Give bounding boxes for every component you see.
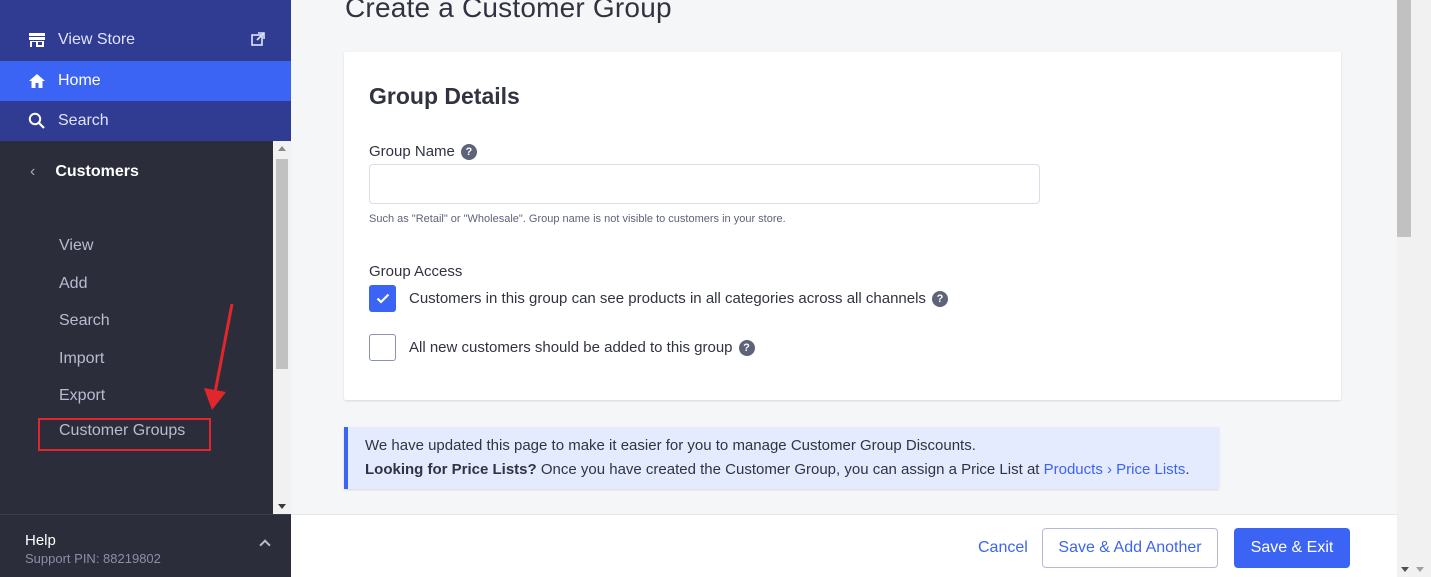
all-categories-checkbox[interactable] [369, 285, 396, 312]
sidebar-scroll-thumb[interactable] [276, 159, 288, 369]
new-customers-label: All new customers should be added to thi… [409, 339, 733, 356]
group-name-label-text: Group Name [369, 143, 455, 160]
sidebar-item-search[interactable]: Search [0, 101, 291, 141]
help-icon[interactable]: ? [460, 143, 477, 160]
sidebar-item-add[interactable]: Add [59, 275, 87, 293]
sidebar-item-import[interactable]: Import [59, 350, 104, 368]
help-icon[interactable]: ? [738, 339, 755, 356]
page-scroll-thumb[interactable] [1397, 0, 1411, 237]
card-title: Group Details [369, 83, 520, 109]
new-customers-checkbox[interactable] [369, 334, 396, 361]
notice-line1: We have updated this page to make it eas… [365, 437, 976, 454]
info-notice: We have updated this page to make it eas… [344, 427, 1219, 489]
search-icon [28, 112, 48, 130]
help-icon[interactable]: ? [931, 290, 948, 307]
scroll-down-icon[interactable] [278, 504, 286, 509]
notice-end: . [1185, 461, 1190, 478]
home-icon [28, 73, 48, 89]
sidebar-item-export[interactable]: Export [59, 387, 105, 405]
all-categories-row: Customers in this group can see products… [369, 285, 948, 312]
sidebar-scrollbar[interactable] [273, 141, 291, 514]
sidebar-item-search-customers[interactable]: Search [59, 312, 110, 330]
external-link-icon [251, 32, 265, 46]
save-exit-button[interactable]: Save & Exit [1234, 528, 1350, 568]
notice-text: Once you have created the Customer Group… [536, 461, 1044, 478]
sidebar: View Store Home Search ‹ Customers View … [0, 0, 291, 577]
action-footer: Cancel Save & Add Another Save & Exit [291, 514, 1397, 577]
price-lists-link[interactable]: Products › Price Lists [1044, 461, 1186, 478]
customers-back-button[interactable]: ‹ Customers [30, 163, 139, 181]
all-categories-label: Customers in this group can see products… [409, 290, 926, 307]
group-name-input[interactable] [369, 164, 1040, 204]
sidebar-item-customer-groups[interactable]: Customer Groups [38, 418, 211, 451]
chevron-up-icon [259, 539, 271, 551]
group-access-label: Group Access [369, 263, 463, 280]
sidebar-top: View Store Home Search [0, 0, 291, 141]
home-label: Home [58, 72, 101, 89]
checkmark-icon [376, 293, 389, 304]
help-panel-toggle[interactable]: Help Support PIN: 88219802 [0, 514, 291, 577]
save-add-another-button[interactable]: Save & Add Another [1042, 528, 1218, 568]
group-details-card: Group Details Group Name ? Such as "Reta… [344, 52, 1341, 400]
group-name-label: Group Name ? [369, 143, 477, 160]
new-customers-row: All new customers should be added to thi… [369, 334, 755, 361]
sidebar-item-home[interactable]: Home [0, 61, 291, 101]
support-pin: Support PIN: 88219802 [25, 551, 161, 566]
help-title: Help [25, 532, 56, 549]
page-title: Create a Customer Group [345, 0, 672, 23]
scroll-down-icon[interactable] [1416, 567, 1424, 572]
scroll-up-icon[interactable] [278, 146, 286, 151]
sidebar-item-view[interactable]: View [59, 237, 93, 255]
section-title: Customers [55, 163, 139, 180]
customers-submenu: ‹ Customers View Add Search Import Expor… [0, 141, 291, 514]
group-name-hint: Such as "Retail" or "Wholesale". Group n… [369, 213, 786, 225]
view-store-label: View Store [58, 31, 136, 48]
notice-bold: Looking for Price Lists? [365, 461, 537, 478]
search-label: Search [58, 112, 109, 129]
cancel-button[interactable]: Cancel [978, 539, 1028, 557]
scroll-down-icon[interactable] [1401, 567, 1409, 572]
notice-line2: Looking for Price Lists? Once you have c… [365, 461, 1190, 478]
storefront-icon [28, 32, 48, 48]
main-content: Create a Customer Group Group Details Gr… [291, 0, 1397, 577]
annotation-arrow [204, 303, 234, 410]
view-store-link[interactable]: View Store [0, 20, 291, 60]
page-scrollbar[interactable] [1397, 0, 1431, 577]
chevron-left-icon: ‹ [30, 163, 36, 180]
